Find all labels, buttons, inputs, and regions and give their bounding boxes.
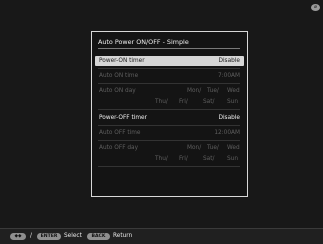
auto-on-time-row: Auto ON time 7:00AM <box>95 71 244 81</box>
auto-on-time-label: Auto ON time <box>99 73 139 79</box>
navigate-keys-icon: ◆◆ <box>10 233 26 240</box>
title-divider <box>98 48 240 49</box>
divider <box>98 125 240 126</box>
day-thu: Thu/ <box>155 99 168 105</box>
power-on-timer-value: Disable <box>218 58 240 64</box>
auto-on-days-line2: Thu/ Fri/ Sat/ Sun <box>95 97 244 107</box>
divider <box>98 68 240 69</box>
divider <box>98 140 240 141</box>
day-fri: Fri/ <box>179 156 188 162</box>
day-sat: Sat/ <box>203 156 215 162</box>
day-tue: Tue/ <box>207 88 219 94</box>
divider <box>98 83 240 84</box>
day-sun: Sun <box>227 99 239 105</box>
panel-title: Auto Power ON/OFF - Simple <box>98 38 189 46</box>
auto-on-time-value: 7:00AM <box>218 73 240 79</box>
screen: ⌀ Auto Power ON/OFF - Simple Power-ON ti… <box>0 0 323 244</box>
enter-key-icon: ENTER <box>37 233 61 240</box>
auto-off-time-value: 12:00AM <box>214 130 240 136</box>
power-off-timer-row[interactable]: Power-OFF timer Disable <box>95 113 244 123</box>
auto-on-days-line1: Mon/ Tue/ Wed <box>95 86 244 96</box>
day-thu: Thu/ <box>155 156 168 162</box>
divider <box>98 109 240 110</box>
power-on-timer-row[interactable]: Power-ON timer Disable <box>95 56 244 66</box>
day-sun: Sun <box>227 156 239 162</box>
footer-slash: / <box>30 233 32 239</box>
power-on-timer-label: Power-ON timer <box>99 58 145 64</box>
return-label: Return <box>113 233 133 239</box>
auto-off-days-line2: Thu/ Fri/ Sat/ Sun <box>95 154 244 164</box>
auto-power-panel: Auto Power ON/OFF - Simple Power-ON time… <box>91 31 248 197</box>
power-off-timer-value: Disable <box>218 115 240 121</box>
select-label: Select <box>64 233 82 239</box>
auto-off-days-line1: Mon/ Tue/ Wed <box>95 143 244 153</box>
day-wed: Wed <box>227 88 240 94</box>
day-mon: Mon/ <box>187 145 202 151</box>
divider <box>98 166 240 167</box>
day-sat: Sat/ <box>203 99 215 105</box>
wifi-off-icon: ⌀ <box>311 4 320 11</box>
back-key-icon: BACK <box>87 233 110 240</box>
day-wed: Wed <box>227 145 240 151</box>
auto-off-time-row: Auto OFF time 12:00AM <box>95 128 244 138</box>
day-mon: Mon/ <box>187 88 202 94</box>
day-tue: Tue/ <box>207 145 219 151</box>
day-fri: Fri/ <box>179 99 188 105</box>
footer-help-bar: ◆◆ / ENTER Select BACK Return <box>0 228 323 244</box>
auto-off-time-label: Auto OFF time <box>99 130 141 136</box>
power-off-timer-label: Power-OFF timer <box>99 115 147 121</box>
